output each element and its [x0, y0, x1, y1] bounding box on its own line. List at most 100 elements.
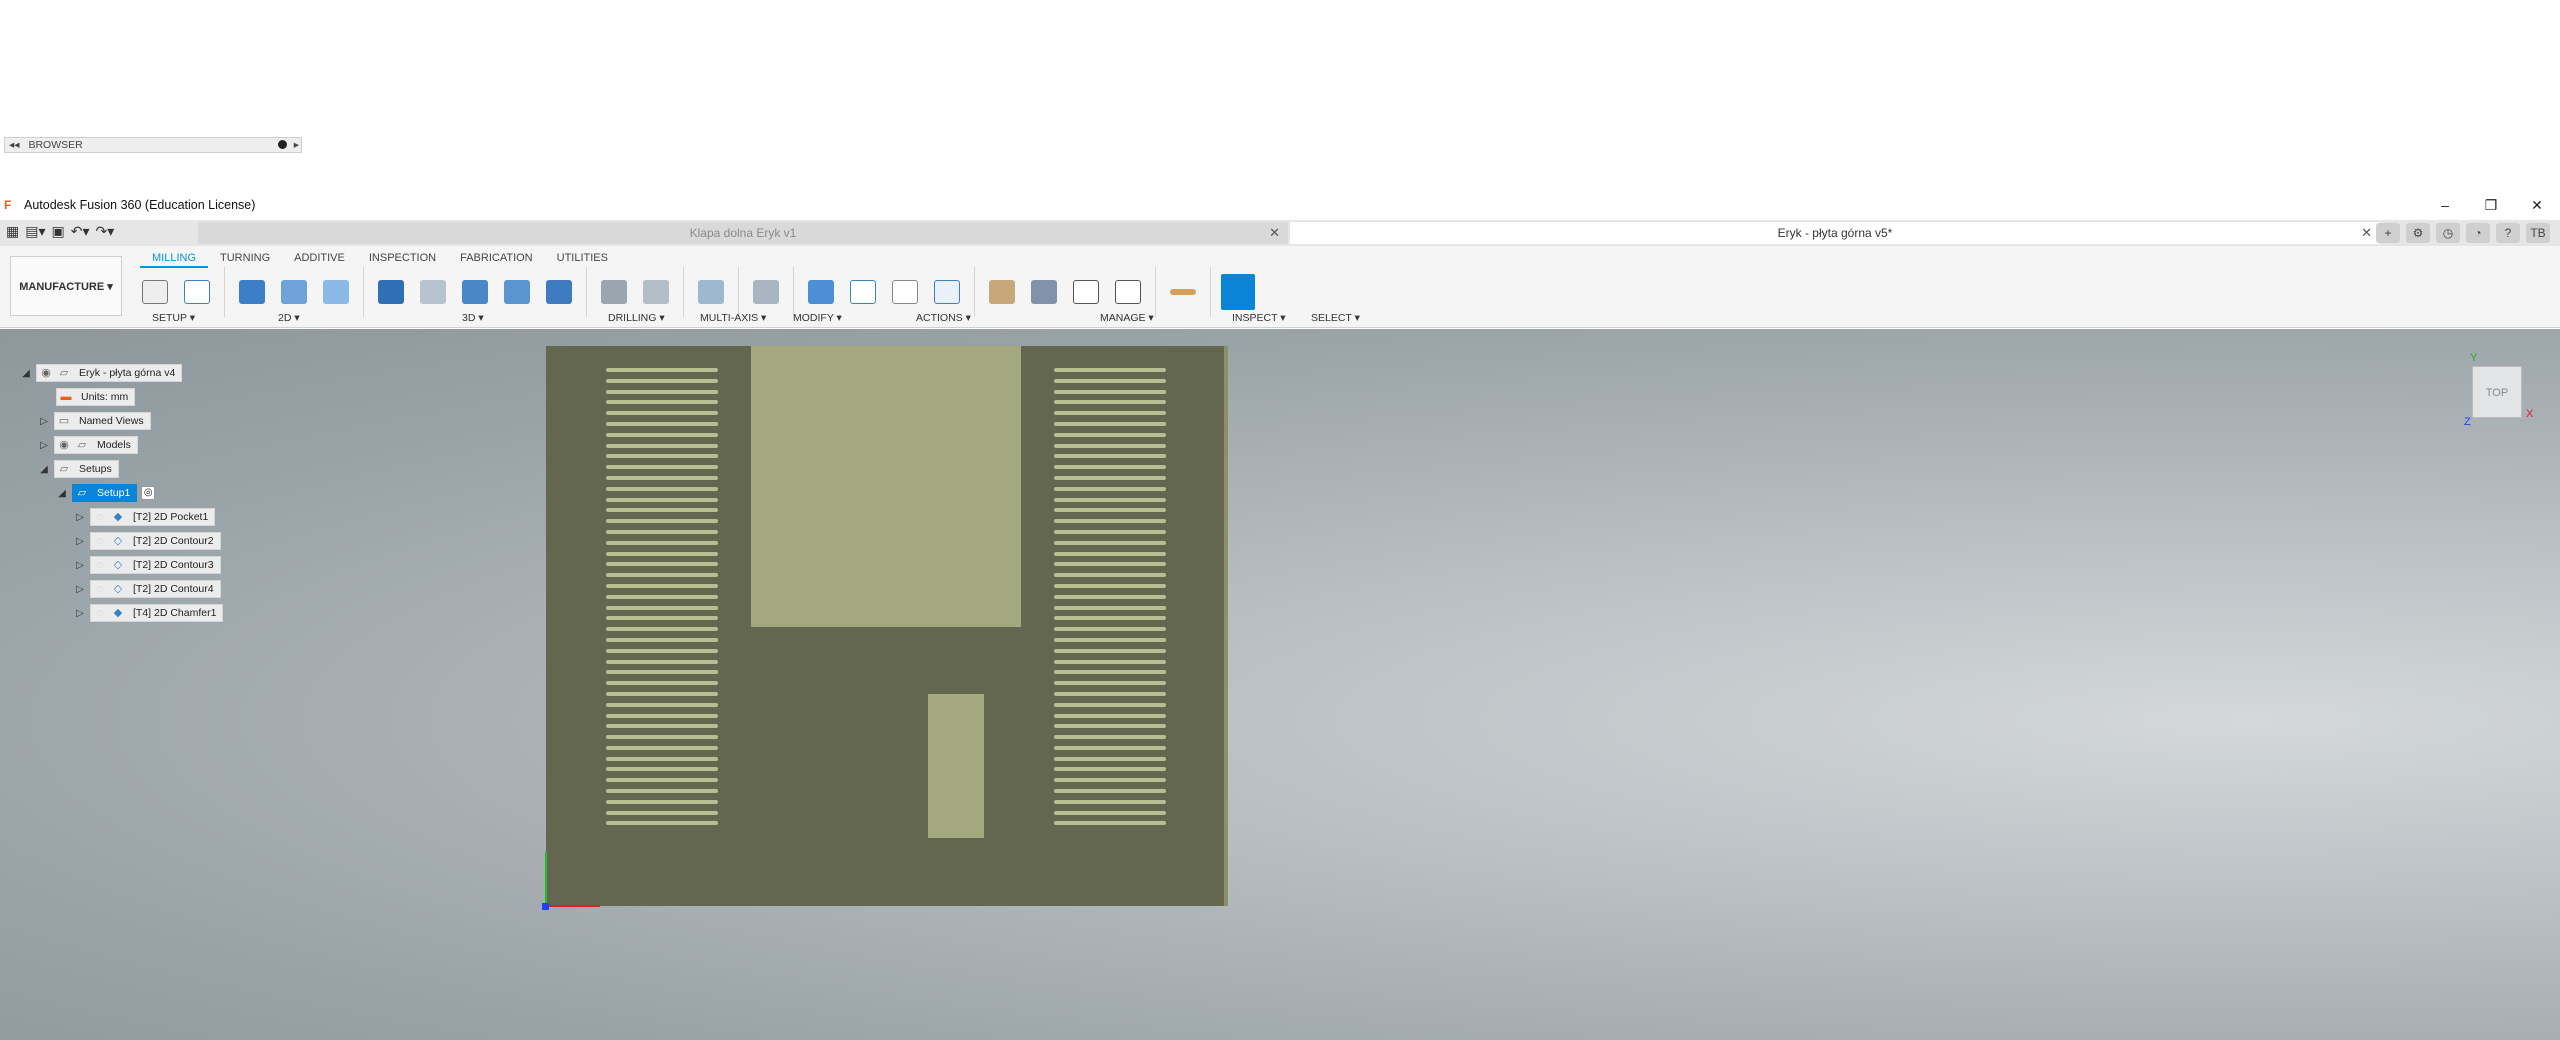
nc-program-icon[interactable]	[180, 274, 214, 310]
viewcube[interactable]: TOP	[2472, 366, 2522, 418]
2d-pocket-icon[interactable]	[277, 274, 311, 310]
visibility-icon[interactable]: ◉	[55, 437, 73, 453]
group-actions[interactable]: ACTIONS ▾	[916, 312, 971, 324]
close-tab-icon[interactable]: ✕	[1269, 222, 1280, 244]
tool-library-icon[interactable]	[985, 274, 1019, 310]
models-node[interactable]: ▷ ◉ ▱ Models	[38, 436, 138, 454]
3d-pocket-icon[interactable]	[416, 274, 450, 310]
tab-turning[interactable]: TURNING	[208, 250, 282, 268]
simulate-icon[interactable]	[804, 274, 838, 310]
3d-flow-icon[interactable]	[542, 274, 576, 310]
large-pocket[interactable]	[751, 346, 1021, 627]
small-pocket[interactable]	[928, 694, 984, 838]
group-drilling[interactable]: DRILLING ▾	[608, 312, 665, 324]
collapsed-icon[interactable]: ▷	[74, 511, 86, 523]
viewcube-face-top[interactable]: TOP	[2486, 387, 2508, 399]
pin-icon[interactable]	[278, 140, 287, 149]
tab-klapa-dolna[interactable]: Klapa dolna Eryk v1 ✕	[198, 222, 1288, 244]
select-icon[interactable]	[1221, 274, 1255, 310]
hole-recognition-icon[interactable]	[639, 274, 673, 310]
setups-node[interactable]: ◢ ▱ Setups	[38, 460, 119, 478]
toolpath-visibility-icon[interactable]: ◌	[91, 533, 109, 549]
2d-adaptive-icon[interactable]	[235, 274, 269, 310]
collapsed-icon[interactable]: ▷	[74, 535, 86, 547]
collapsed-icon[interactable]: ▷	[38, 415, 50, 427]
3d-adaptive-icon[interactable]	[374, 274, 408, 310]
machine-library-icon[interactable]	[1027, 274, 1061, 310]
setup1-node[interactable]: ◢ ▱ Setup1 ◎	[56, 484, 156, 502]
visibility-icon[interactable]: ◉	[37, 365, 55, 381]
post-process-icon[interactable]	[846, 274, 880, 310]
modify-tool-icon[interactable]	[749, 274, 783, 310]
right-slot-array[interactable]	[1054, 368, 1166, 832]
file-menu-icon[interactable]: ▤▾	[25, 223, 45, 240]
operation-node[interactable]: ▷ ◌ ◇ [T2] 2D Contour3	[74, 556, 221, 574]
group-3d[interactable]: 3D ▾	[462, 312, 484, 324]
group-select[interactable]: SELECT ▾	[1311, 312, 1360, 324]
help-icon[interactable]: ?	[2496, 223, 2520, 243]
multi-axis-icon[interactable]	[694, 274, 728, 310]
collapsed-icon[interactable]: ▷	[74, 559, 86, 571]
tab-additive[interactable]: ADDITIVE	[282, 250, 357, 268]
notifications-icon[interactable]: ◔	[2466, 223, 2490, 243]
setup-sheet-icon[interactable]	[888, 274, 922, 310]
expanded-icon[interactable]: ◢	[56, 487, 68, 499]
3d-steep-shallow-icon[interactable]	[458, 274, 492, 310]
tab-inspection[interactable]: INSPECTION	[357, 250, 448, 268]
operation-node[interactable]: ▷ ◌ ◆ [T4] 2D Chamfer1	[74, 604, 224, 622]
tab-utilities[interactable]: UTILITIES	[545, 250, 620, 268]
2d-contour-icon[interactable]	[319, 274, 353, 310]
workspace-switcher[interactable]: MANUFACTURE ▾	[10, 256, 122, 316]
collapsed-icon[interactable]: ▷	[74, 583, 86, 595]
extensions-icon[interactable]: ⚙	[2406, 223, 2430, 243]
job-status-icon[interactable]: ◷	[2436, 223, 2460, 243]
minimize-button[interactable]: –	[2422, 196, 2468, 214]
toolpath-visibility-icon[interactable]: ◌	[91, 557, 109, 573]
new-tab-icon[interactable]: +	[2376, 223, 2400, 243]
group-inspect[interactable]: INSPECT ▾	[1232, 312, 1286, 324]
new-setup-icon[interactable]	[138, 274, 172, 310]
activate-setup-icon[interactable]: ◎	[141, 486, 156, 500]
operation-node[interactable]: ▷ ◌ ◆ [T2] 2D Pocket1	[74, 508, 216, 526]
slot-feature	[1054, 378, 1166, 383]
group-manage[interactable]: MANAGE ▾	[1100, 312, 1154, 324]
tab-eryk-plyta-gorna[interactable]: Eryk - płyta górna v5* ✕	[1290, 222, 2380, 244]
group-modify[interactable]: MODIFY ▾	[793, 312, 842, 324]
tab-fabrication[interactable]: FABRICATION	[448, 250, 545, 268]
collapse-browser-icon[interactable]: ◂◂	[9, 139, 20, 151]
redo-icon[interactable]: ↷▾	[96, 223, 115, 240]
grid-apps-icon[interactable]: ▦	[6, 223, 19, 240]
close-tab-icon[interactable]: ✕	[2361, 222, 2372, 244]
operation-node[interactable]: ▷ ◌ ◇ [T2] 2D Contour2	[74, 532, 221, 550]
collapsed-icon[interactable]: ▷	[74, 607, 86, 619]
operation-node[interactable]: ▷ ◌ ◇ [T2] 2D Contour4	[74, 580, 221, 598]
drill-icon[interactable]	[597, 274, 631, 310]
left-slot-array[interactable]	[606, 368, 718, 832]
expanded-icon[interactable]: ◢	[20, 367, 32, 379]
measure-icon[interactable]	[1166, 274, 1200, 310]
close-window-button[interactable]: ✕	[2514, 196, 2560, 214]
named-views-node[interactable]: ▷ ▭ Named Views	[38, 412, 151, 430]
more-icon[interactable]: ▸	[294, 138, 299, 152]
group-setup[interactable]: SETUP ▾	[152, 312, 195, 324]
expanded-icon[interactable]: ◢	[38, 463, 50, 475]
toolpath-visibility-icon[interactable]: ◌	[91, 605, 109, 621]
save-icon[interactable]: ▣	[52, 223, 65, 240]
part-model[interactable]	[546, 346, 1228, 906]
restore-button[interactable]: ❐	[2468, 196, 2514, 214]
tab-milling[interactable]: MILLING	[140, 250, 209, 268]
group-multi-axis[interactable]: MULTI-AXIS ▾	[700, 312, 766, 324]
toolpath-visibility-icon[interactable]: ◌	[91, 509, 109, 525]
graphics-viewport[interactable]	[0, 329, 2560, 1040]
toolpath-visibility-icon[interactable]: ◌	[91, 581, 109, 597]
collapsed-icon[interactable]: ▷	[38, 439, 50, 451]
post-library-icon[interactable]	[1069, 274, 1103, 310]
units-node[interactable]: ▬ Units: mm	[56, 388, 136, 406]
user-avatar[interactable]: TB	[2526, 223, 2550, 243]
group-2d[interactable]: 2D ▾	[278, 312, 300, 324]
template-library-icon[interactable]	[1111, 274, 1145, 310]
3d-scallop-icon[interactable]	[500, 274, 534, 310]
generate-icon[interactable]	[930, 274, 964, 310]
undo-icon[interactable]: ↶▾	[71, 223, 90, 240]
browser-root-node[interactable]: ◢ ◉ ▱ Eryk - płyta górna v4	[20, 364, 183, 382]
